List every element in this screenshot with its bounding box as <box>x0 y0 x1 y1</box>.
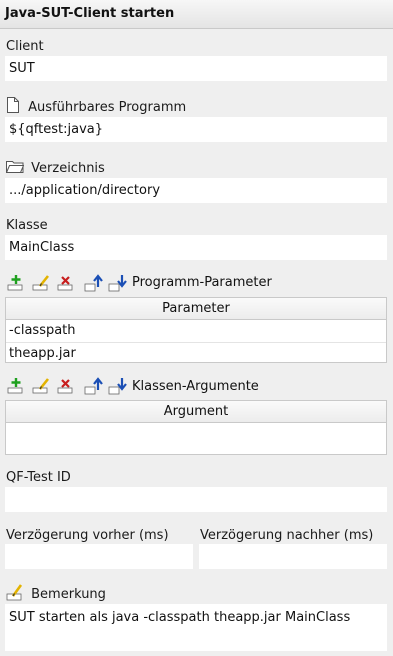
move-down-icon[interactable] <box>108 377 128 395</box>
edit-icon[interactable] <box>31 274 51 292</box>
comment-label: Bemerkung <box>31 587 106 602</box>
class-label: Klasse <box>6 218 48 233</box>
directory-value: .../application/directory <box>9 183 161 198</box>
program-params-label: Programm-Parameter <box>132 275 272 290</box>
directory-label-row: Verzeichnis <box>5 159 105 177</box>
qf-id-label: QF-Test ID <box>6 470 71 485</box>
delay-after-field[interactable] <box>199 544 387 569</box>
move-up-icon[interactable] <box>84 274 104 292</box>
file-icon <box>6 97 20 117</box>
delay-before-field[interactable] <box>5 544 193 569</box>
delay-after-label: Verzögerung nachher (ms) <box>200 528 374 543</box>
comment-field[interactable]: SUT starten als java -classpath theapp.j… <box>5 604 387 651</box>
folder-icon <box>5 159 25 177</box>
table-row[interactable]: -classpath <box>6 320 386 343</box>
comment-edit-icon <box>6 584 24 605</box>
delete-icon[interactable] <box>56 274 76 292</box>
page-title: Java-SUT-Client starten <box>5 6 175 21</box>
directory-label: Verzeichnis <box>31 160 105 176</box>
class-args-header[interactable]: Argument <box>6 401 386 423</box>
program-params-table[interactable]: Parameter -classpath theapp.jar <box>5 297 387 363</box>
table-row[interactable]: theapp.jar <box>6 343 386 365</box>
qf-id-field[interactable] <box>5 487 387 512</box>
directory-field[interactable]: .../application/directory <box>5 178 387 203</box>
class-args-table[interactable]: Argument <box>5 400 387 455</box>
program-value: ${qftest:java} <box>9 122 103 137</box>
client-label: Client <box>6 39 44 54</box>
client-field[interactable]: SUT <box>5 56 387 81</box>
class-args-toolbar: Klassen-Argumente <box>6 377 306 395</box>
program-params-header[interactable]: Parameter <box>6 298 386 320</box>
delete-icon[interactable] <box>56 377 76 395</box>
add-icon[interactable] <box>6 377 26 395</box>
add-icon[interactable] <box>6 274 26 292</box>
class-field[interactable]: MainClass <box>5 235 387 260</box>
program-label: Ausführbares Programm <box>28 99 187 115</box>
title-bar: Java-SUT-Client starten <box>0 0 393 29</box>
comment-value: SUT starten als java -classpath theapp.j… <box>9 610 351 625</box>
comment-label-row: Bemerkung <box>6 584 106 605</box>
edit-icon[interactable] <box>31 377 51 395</box>
client-value: SUT <box>9 61 35 76</box>
program-label-row: Ausführbares Programm <box>6 97 186 117</box>
program-field[interactable]: ${qftest:java} <box>5 117 387 142</box>
program-params-toolbar: Programm-Parameter <box>6 274 306 292</box>
class-args-label: Klassen-Argumente <box>132 379 259 394</box>
class-value: MainClass <box>9 240 75 255</box>
move-up-icon[interactable] <box>84 377 104 395</box>
move-down-icon[interactable] <box>108 274 128 292</box>
delay-before-label: Verzögerung vorher (ms) <box>6 528 169 543</box>
